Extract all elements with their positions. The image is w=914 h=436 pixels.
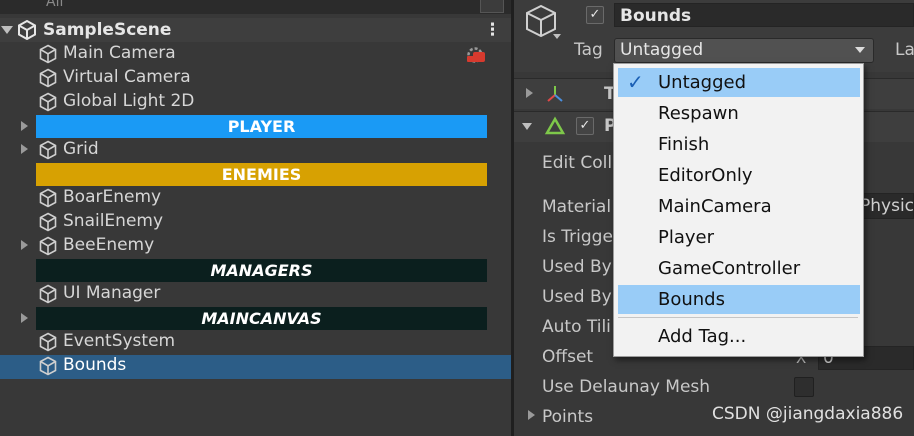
hierarchy-header-label: ENEMIES — [36, 163, 487, 186]
collider-collapse-arrow-icon[interactable] — [522, 123, 532, 130]
hierarchy-search-input[interactable]: All — [46, 0, 63, 10]
tag-menu-item[interactable]: GameController — [614, 254, 863, 283]
material-value: Physic — [860, 196, 914, 216]
hierarchy-row[interactable]: Grid — [0, 138, 511, 162]
hierarchy-header-row[interactable]: PLAYER — [0, 115, 511, 139]
hierarchy-row-label: Bounds — [63, 355, 127, 375]
hierarchy-row[interactable]: BeeEnemy — [0, 234, 511, 258]
object-name-field[interactable]: Bounds — [614, 3, 914, 27]
hierarchy-panel: All SampleScene ⋮ Main Camera Virtual Cam… — [0, 0, 511, 436]
scene-name: SampleScene — [43, 20, 172, 40]
material-label: Material — [542, 197, 612, 217]
tag-menu-item[interactable]: Respawn — [614, 99, 863, 128]
cube-icon — [38, 284, 58, 304]
search-options-button[interactable] — [480, 0, 504, 13]
cube-icon — [38, 356, 58, 376]
cube-icon — [38, 332, 58, 352]
used-by-composite-label: Used By — [542, 287, 612, 307]
hierarchy-header-row[interactable]: ENEMIES — [0, 163, 511, 187]
hierarchy-header-label: PLAYER — [36, 115, 487, 138]
hierarchy-row[interactable]: Main Camera — [0, 42, 511, 66]
expand-arrow-icon[interactable] — [21, 240, 28, 250]
transform-expand-arrow-icon[interactable] — [526, 88, 533, 98]
tag-menu-item[interactable]: Bounds — [618, 285, 860, 314]
hierarchy-row[interactable]: Virtual Camera — [0, 66, 511, 90]
cube-icon — [38, 44, 58, 64]
offset-label: Offset — [542, 347, 594, 367]
hierarchy-row[interactable]: Bounds — [0, 354, 511, 378]
tag-dropdown[interactable]: Untagged — [614, 38, 874, 63]
scene-collapse-arrow-icon[interactable] — [1, 26, 13, 34]
tag-label: Tag — [574, 40, 603, 60]
tag-menu-item[interactable]: ✓ Untagged — [618, 68, 860, 97]
tag-dropdown-value: Untagged — [620, 40, 704, 60]
cube-icon — [38, 188, 58, 208]
use-delaunay-checkbox[interactable] — [794, 377, 814, 397]
hierarchy-header-label: MANAGERS — [36, 259, 487, 282]
active-checkbox[interactable]: ✓ — [586, 6, 604, 24]
expand-arrow-icon[interactable] — [21, 121, 28, 131]
hierarchy-row-label: BoarEnemy — [63, 187, 162, 207]
polygon-collider-icon — [544, 116, 566, 135]
hierarchy-row-label: Main Camera — [63, 43, 176, 63]
tag-menu-item[interactable]: EditorOnly — [614, 161, 863, 190]
used-by-effector-label: Used By — [542, 257, 612, 277]
hierarchy-header-label: MAINCANVAS — [36, 307, 487, 330]
tag-menu-item-label: GameController — [658, 258, 801, 279]
add-tag-label: Add Tag... — [658, 326, 747, 347]
cube-icon — [38, 68, 58, 88]
points-expand-arrow-icon[interactable] — [528, 410, 535, 420]
hierarchy-row-label: Global Light 2D — [63, 91, 195, 111]
hierarchy-row-label: Virtual Camera — [63, 67, 191, 87]
hierarchy-header-row[interactable]: MAINCANVAS — [0, 307, 511, 331]
tag-menu-item[interactable]: Player — [614, 223, 863, 252]
layer-label: La — [895, 40, 914, 60]
cube-icon — [38, 236, 58, 256]
transform-icon — [547, 86, 563, 102]
hierarchy-row-label: Grid — [63, 139, 99, 159]
is-trigger-label: Is Trigge — [542, 227, 613, 247]
hierarchy-row-label: SnailEnemy — [63, 211, 164, 231]
watermark: CSDN @jiangdaxia886 — [712, 404, 904, 424]
tag-dropdown-menu: ✓ Untagged Respawn Finish EditorOnly MainCame… — [613, 63, 864, 357]
tag-menu-item-label: Player — [658, 227, 715, 248]
tag-menu-item-label: Respawn — [658, 103, 739, 124]
auto-tiling-label: Auto Tili — [542, 317, 611, 337]
checkmark-icon: ✓ — [627, 70, 644, 94]
hierarchy-row[interactable]: BoarEnemy — [0, 186, 511, 210]
cube-icon — [38, 92, 58, 112]
expand-arrow-icon[interactable] — [21, 144, 28, 154]
unity-scene-icon — [18, 20, 36, 40]
tag-menu-item-label: Finish — [658, 134, 710, 155]
tag-menu-item-label: Untagged — [658, 72, 747, 93]
use-delaunay-label: Use Delaunay Mesh — [542, 377, 711, 397]
hierarchy-row-label: BeeEnemy — [63, 235, 155, 255]
tag-menu-item[interactable]: MainCamera — [614, 192, 863, 221]
hierarchy-header-row[interactable]: MANAGERS — [0, 259, 511, 283]
hierarchy-row[interactable]: Global Light 2D — [0, 90, 511, 114]
cube-icon — [38, 140, 58, 160]
tag-menu-item-label: EditorOnly — [658, 165, 753, 186]
tag-dropdown-arrow-icon[interactable] — [855, 47, 865, 53]
tag-menu-item-label: MainCamera — [658, 196, 772, 217]
kebab-icon[interactable]: ⋮ — [484, 20, 501, 40]
collider-enabled-checkbox[interactable]: ✓ — [576, 117, 594, 135]
hierarchy-row-label: EventSystem — [63, 331, 176, 351]
hierarchy-row[interactable]: SnailEnemy — [0, 210, 511, 234]
add-tag-menu-item[interactable]: Add Tag... — [614, 322, 863, 351]
cube-icon — [38, 212, 58, 232]
hierarchy-row[interactable]: UI Manager — [0, 282, 511, 306]
points-label[interactable]: Points — [542, 407, 593, 427]
hierarchy-row[interactable]: EventSystem — [0, 330, 511, 354]
expand-arrow-icon[interactable] — [21, 313, 28, 323]
tag-menu-item-label: Bounds — [658, 289, 725, 310]
icon-picker-arrow-icon[interactable] — [553, 34, 561, 39]
tag-menu-item[interactable]: Finish — [614, 130, 863, 159]
cinemachine-brain-icon — [464, 44, 486, 64]
hierarchy-search-bar[interactable] — [0, 0, 511, 14]
menu-separator — [618, 317, 858, 318]
hierarchy-row-label: UI Manager — [63, 283, 161, 303]
edit-collider-label[interactable]: Edit Coll — [542, 153, 612, 173]
